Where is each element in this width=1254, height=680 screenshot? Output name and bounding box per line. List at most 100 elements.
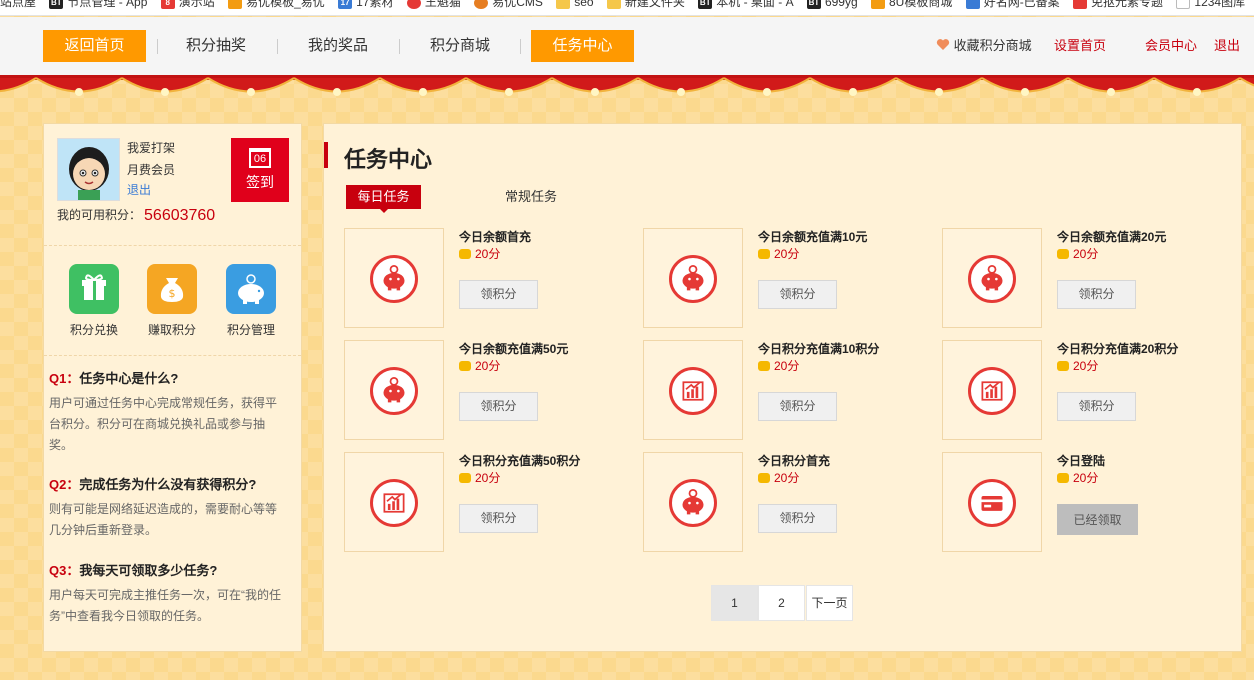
claim-points-button[interactable]: 领积分 bbox=[758, 504, 837, 533]
bookmark-item[interactable]: 8 演示站 bbox=[160, 0, 215, 11]
faq-item: Q1：任务中心是什么? 用户可通过任务中心完成常规任务，获得平台积分。积分可在商… bbox=[49, 368, 285, 456]
bookmark-item[interactable]: 王魁猫 bbox=[406, 0, 461, 11]
task-title: 今日积分充值满50积分 bbox=[459, 454, 581, 468]
claim-points-button[interactable]: 领积分 bbox=[758, 280, 837, 309]
curtain-light bbox=[763, 88, 771, 96]
site-icon bbox=[228, 0, 243, 9]
task-title: 今日积分充值满20积分 bbox=[1057, 342, 1179, 356]
task-title: 今日余额充值满10元 bbox=[758, 230, 868, 244]
task-icon-box bbox=[942, 452, 1042, 552]
8u-icon: 8 bbox=[160, 0, 175, 9]
heart-icon bbox=[936, 39, 950, 50]
page-title: 任务中心 bbox=[344, 147, 433, 172]
claim-points-button[interactable]: 领积分 bbox=[758, 392, 837, 421]
username: 我爱打架 bbox=[127, 141, 176, 155]
faq-item: Q3：我每天可领取多少任务? 用户每天可完成主推任务一次，可在“我的任务”中查看… bbox=[49, 560, 285, 627]
task-icon-box bbox=[643, 228, 743, 328]
site-icon bbox=[406, 0, 421, 9]
piggy-icon bbox=[669, 255, 717, 303]
task-card: 今日余额充值满50元 20分 领积分 bbox=[344, 340, 644, 440]
curtain-light bbox=[1021, 88, 1029, 96]
coin-icon bbox=[459, 249, 471, 259]
page-1-button[interactable]: 1 bbox=[711, 585, 758, 621]
task-title: 今日积分充值满10积分 bbox=[758, 342, 880, 356]
bookmark-item[interactable]: BT 节点管理 - App bbox=[49, 0, 147, 11]
points-exchange-label: 积分兑换 bbox=[69, 323, 118, 337]
points-exchange-link[interactable]: 积分兑换 bbox=[64, 264, 124, 338]
task-icon-box bbox=[344, 340, 444, 440]
chart-icon bbox=[370, 479, 418, 527]
bookmark-item[interactable]: 17 17素材 bbox=[338, 0, 393, 11]
bookmark-item[interactable]: seo bbox=[556, 0, 594, 11]
chart-icon bbox=[968, 367, 1016, 415]
points-manage-link[interactable]: 积分管理 bbox=[221, 264, 281, 338]
task-icon-box bbox=[643, 452, 743, 552]
nav-divider bbox=[399, 39, 400, 54]
bookmark-item[interactable]: 1234图库 bbox=[1176, 0, 1245, 11]
avatar-image bbox=[58, 139, 119, 200]
claim-points-button[interactable]: 领积分 bbox=[459, 280, 538, 309]
site-icon bbox=[474, 0, 489, 9]
next-page-button[interactable]: 下一页 bbox=[806, 585, 853, 621]
nav-task-center[interactable]: 任务中心 bbox=[531, 30, 634, 62]
sign-in-label: 签到 bbox=[246, 174, 274, 190]
bookmark-item[interactable]: BT 699yg bbox=[806, 0, 858, 11]
claimed-button: 已经领取 bbox=[1057, 504, 1138, 535]
site-icon: 17 bbox=[338, 0, 353, 9]
sign-in-button[interactable]: 06 签到 bbox=[231, 138, 289, 202]
nav-divider bbox=[277, 39, 278, 54]
task-icon-box bbox=[344, 452, 444, 552]
bookmark-item[interactable]: 好名网-已备案 bbox=[965, 0, 1060, 11]
piggy-bank-icon bbox=[226, 264, 276, 314]
claim-points-button[interactable]: 领积分 bbox=[1057, 392, 1136, 421]
task-title: 今日余额充值满20元 bbox=[1057, 230, 1167, 244]
coin-icon bbox=[758, 249, 770, 259]
title-accent-bar bbox=[324, 142, 328, 168]
task-card: 今日余额首充 20分 领积分 bbox=[344, 228, 644, 328]
nav-prizes[interactable]: 我的奖品 bbox=[292, 30, 384, 62]
task-card: 今日余额充值满10元 20分领积分 bbox=[643, 228, 943, 328]
task-center-panel: 任务中心 每日任务 常规任务 今日余额首充 20分 领积分 今日余额充值满10元 20分… bbox=[323, 123, 1242, 652]
curtain-light bbox=[935, 88, 943, 96]
coin-icon bbox=[459, 361, 471, 371]
set-home-link[interactable]: 设置首页 bbox=[1054, 30, 1106, 62]
curtain-light bbox=[161, 88, 169, 96]
faq-question: Q3：我每天可领取多少任务? bbox=[49, 563, 218, 578]
page-2-button[interactable]: 2 bbox=[758, 585, 805, 621]
coin-icon bbox=[758, 473, 770, 483]
tab-daily-tasks[interactable]: 每日任务 bbox=[346, 185, 421, 213]
fav-mall-link[interactable]: 收藏积分商城 bbox=[936, 30, 1032, 62]
task-points: 20分 bbox=[758, 245, 799, 262]
coin-icon bbox=[459, 473, 471, 483]
fav-mall-label: 收藏积分商城 bbox=[953, 38, 1032, 53]
bookmark-item[interactable]: 免抠元素专题 bbox=[1073, 0, 1163, 11]
task-title: 今日余额充值满50元 bbox=[459, 342, 569, 356]
tab-regular-tasks[interactable]: 常规任务 bbox=[505, 185, 557, 209]
task-card: 今日积分充值满50积分 20分 领积分 bbox=[344, 452, 644, 552]
nav-home[interactable]: 返回首页 bbox=[43, 30, 146, 62]
nav-lottery[interactable]: 积分抽奖 bbox=[170, 30, 262, 62]
claim-points-button[interactable]: 领积分 bbox=[459, 504, 538, 533]
member-center-link[interactable]: 会员中心 bbox=[1145, 30, 1197, 62]
logout-link[interactable]: 退出 bbox=[1214, 30, 1240, 62]
curtain-decoration bbox=[0, 75, 1254, 96]
claim-points-button[interactable]: 领积分 bbox=[1057, 280, 1136, 309]
bookmark-item[interactable]: BT 本机 - 桌面 - A bbox=[698, 0, 794, 11]
site-icon bbox=[871, 0, 885, 9]
bookmark-item[interactable]: 易优CMS bbox=[474, 0, 543, 11]
bookmark-item[interactable]: 易优模板_易优 bbox=[228, 0, 325, 11]
bookmark-item[interactable]: 8U模板商城 bbox=[871, 0, 952, 11]
divider bbox=[44, 355, 301, 356]
bt-icon: BT bbox=[698, 0, 713, 9]
claim-points-button[interactable]: 领积分 bbox=[459, 392, 538, 421]
user-logout-link[interactable]: 退出 bbox=[127, 181, 151, 198]
piggy-icon bbox=[968, 255, 1016, 303]
card-icon bbox=[968, 479, 1016, 527]
curtain-light bbox=[1107, 88, 1115, 96]
divider bbox=[44, 245, 301, 246]
nav-mall[interactable]: 积分商城 bbox=[414, 30, 506, 62]
bookmark-item[interactable]: 新建文件夹 bbox=[606, 0, 685, 11]
earn-points-link[interactable]: $ 赚取积分 bbox=[142, 264, 202, 338]
coin-icon bbox=[1057, 361, 1069, 371]
bookmark-item[interactable]: 站点屋 bbox=[0, 0, 36, 11]
